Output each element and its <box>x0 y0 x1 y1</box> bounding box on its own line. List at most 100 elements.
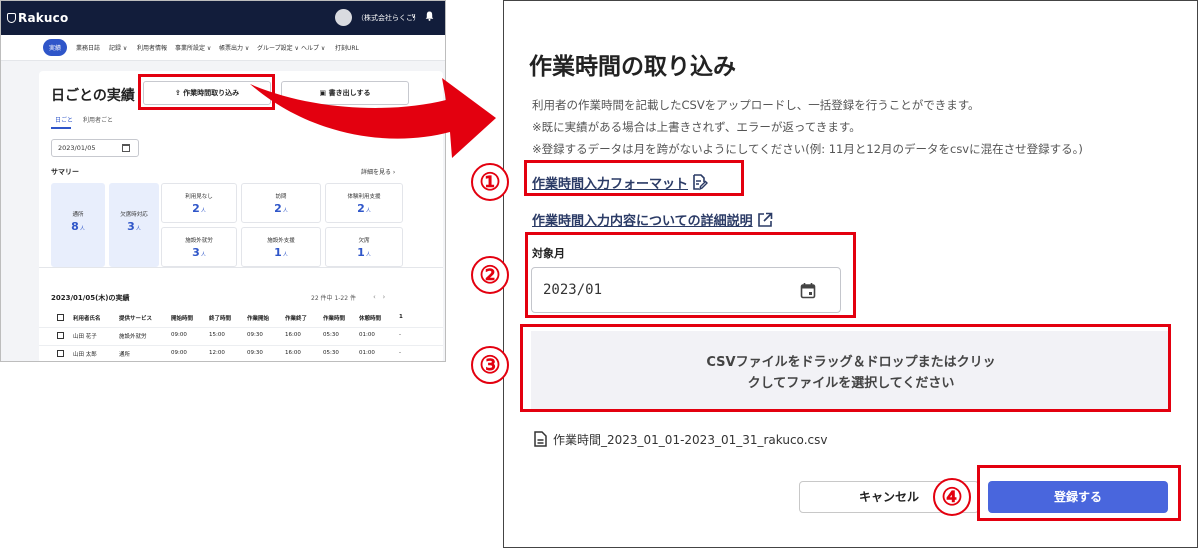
stat-label: 利用見なし <box>185 194 213 200</box>
pager-nav[interactable]: ‹ › <box>373 293 385 301</box>
stat-card-attendance: 通所 8人 <box>51 183 105 267</box>
bell-icon[interactable] <box>425 11 434 21</box>
row-checkbox[interactable] <box>57 350 64 357</box>
date-picker-small[interactable]: 2023/01/05 <box>51 139 139 157</box>
nav-item-log-label: 記録 <box>109 45 122 52</box>
dialog-description-line: ※登録するデータは月を跨がないようにしてください(例: 11月と12月のデータを… <box>532 142 1083 156</box>
dialog-title: 作業時間の取り込み <box>529 54 736 80</box>
select-all-checkbox[interactable] <box>57 314 64 321</box>
stat-label: 通所 <box>72 212 84 218</box>
date-value: 2023/01/05 <box>58 144 96 152</box>
avatar[interactable] <box>335 9 352 26</box>
column-header: 1 <box>399 314 403 320</box>
column-header: 利用者氏名 <box>73 316 101 322</box>
stat-unit: 人 <box>135 226 141 232</box>
table-cell: 09:00 <box>171 350 187 356</box>
row-checkbox[interactable] <box>57 332 64 339</box>
stat-label: 施設外就労 <box>185 238 213 244</box>
app-logo[interactable]: Rakuco <box>7 11 68 25</box>
table-cell: - <box>399 350 401 356</box>
pager-info: 22 件中 1-22 件 <box>311 295 356 302</box>
shield-icon <box>7 13 16 23</box>
nav-item-help[interactable]: ヘルプ ∨ <box>301 43 325 52</box>
column-header: 開始時間 <box>171 316 194 322</box>
stat-number: 2 <box>192 202 200 215</box>
stat-value: 2人 <box>326 202 402 215</box>
table-cell: 05:30 <box>323 332 339 338</box>
details-link-label: 詳細を見る <box>361 169 392 176</box>
stat-number: 1 <box>274 246 282 259</box>
nav-item-records[interactable]: 実績 <box>43 39 68 56</box>
tab-per-user[interactable]: 利用者ごと <box>83 115 113 124</box>
detail-link-label: 作業時間入力内容についての詳細説明 <box>532 214 753 229</box>
stat-label: 欠席 <box>358 238 370 244</box>
highlight-box-2 <box>525 232 856 318</box>
section-divider <box>39 267 443 268</box>
nav-item-stamp-url[interactable]: 打刻URL <box>335 43 359 52</box>
file-icon <box>534 431 547 447</box>
stat-card-trial-support: 体験利用支援 2人 <box>325 183 403 223</box>
table-cell: 山田 花子 <box>73 334 97 340</box>
nav-item-groups[interactable]: グループ設定 ∨ <box>257 43 299 52</box>
summary-heading: サマリー <box>51 168 79 176</box>
stat-card-absence-response: 欠席時対応 3人 <box>109 183 159 267</box>
stat-value: 1人 <box>326 246 402 259</box>
stat-unit: 人 <box>365 208 371 214</box>
stat-card-absent: 欠席 1人 <box>325 227 403 267</box>
detail-explanation-link[interactable]: 作業時間入力内容についての詳細説明 <box>532 210 773 229</box>
external-link-icon <box>757 212 772 227</box>
stat-card-visit: 訪問 2人 <box>241 183 321 223</box>
table-cell: 09:00 <box>171 332 187 338</box>
stat-unit: 人 <box>200 252 206 258</box>
highlight-box-3 <box>520 324 1171 412</box>
red-arrow-icon <box>250 78 496 158</box>
table-cell: 09:30 <box>247 332 263 338</box>
stat-number: 1 <box>357 246 365 259</box>
nav-item-forms[interactable]: 帳票出力 ∨ <box>219 43 249 52</box>
chevron-down-icon[interactable]: ∨ <box>411 12 416 20</box>
stat-unit: 人 <box>200 208 206 214</box>
table-cell: 01:00 <box>359 350 375 356</box>
nav-item-log[interactable]: 記録 ∨ <box>109 43 127 52</box>
stat-value: 3人 <box>110 220 158 233</box>
tab-underline <box>51 127 71 129</box>
stat-unit: 人 <box>282 208 288 214</box>
table-cell: 12:00 <box>209 350 225 356</box>
logo-text: Rakuco <box>18 11 69 25</box>
details-link[interactable]: 詳細を見る › <box>361 167 395 176</box>
stat-label: 訪問 <box>275 194 287 200</box>
stat-unit: 人 <box>282 252 288 258</box>
step-marker-3: ③ <box>471 346 509 384</box>
table-header-row: 利用者氏名 提供サービス 開始時間 終了時間 作業開始 作業終了 作業時間 休憩… <box>51 309 443 327</box>
table-cell: 山田 太郎 <box>73 352 97 358</box>
stat-card-offsite-support: 施設外支援 1人 <box>241 227 321 267</box>
step-marker-4: ④ <box>933 478 971 516</box>
calendar-icon <box>122 144 130 152</box>
table-cell: - <box>399 332 401 338</box>
highlight-box-4 <box>977 465 1181 521</box>
stat-value: 3人 <box>162 246 236 259</box>
table-cell: 16:00 <box>285 332 301 338</box>
column-header: 作業開始 <box>247 316 270 322</box>
stat-value: 8人 <box>52 220 104 233</box>
column-header: 休憩時間 <box>359 316 382 322</box>
nav-item-diary[interactable]: 業務日誌 <box>76 43 100 52</box>
stat-value: 2人 <box>242 202 320 215</box>
step-marker-1: ① <box>471 163 509 201</box>
stat-value: 2人 <box>162 202 236 215</box>
page-title: 日ごとの実績 <box>51 88 135 104</box>
table-cell: 15:00 <box>209 332 225 338</box>
stat-number: 2 <box>357 202 365 215</box>
column-header: 作業時間 <box>323 316 346 322</box>
table-cell: 通所 <box>119 352 131 358</box>
nav-item-office[interactable]: 事業所設定 ∨ <box>175 43 211 52</box>
stat-label: 欠席時対応 <box>120 212 148 218</box>
top-bar: Rakuco （株式会社らくこ） ∨ <box>1 1 445 35</box>
column-header: 提供サービス <box>119 316 153 322</box>
table-row[interactable]: 山田 花子 施設外就労 09:00 15:00 09:30 16:00 05:3… <box>51 327 443 345</box>
table-row[interactable]: 山田 太郎 通所 09:00 12:00 09:30 16:00 05:30 0… <box>51 345 443 361</box>
table-cell: 01:00 <box>359 332 375 338</box>
main-nav: 実績 業務日誌 記録 ∨ 利用者情報 事業所設定 ∨ 帳票出力 ∨ グループ設定… <box>1 35 445 61</box>
tab-daily[interactable]: 日ごと <box>55 115 73 124</box>
nav-item-users[interactable]: 利用者情報 <box>137 43 167 52</box>
